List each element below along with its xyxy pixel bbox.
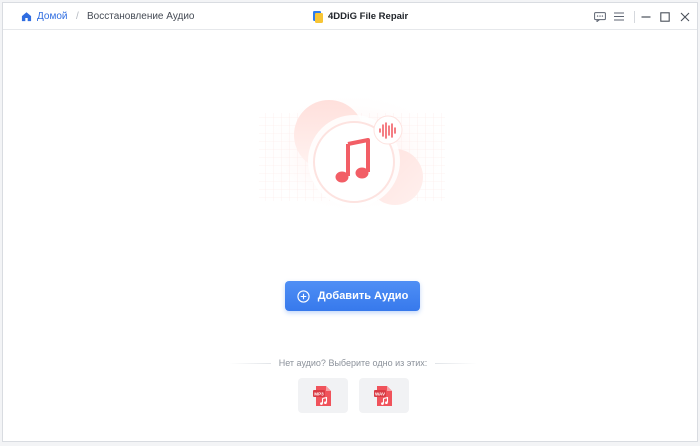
home-icon xyxy=(21,12,32,22)
sample-wav-button[interactable]: WAV xyxy=(359,378,409,413)
maximize-button[interactable] xyxy=(657,3,673,30)
maximize-icon xyxy=(660,11,670,22)
feedback-icon xyxy=(594,11,606,22)
close-button[interactable] xyxy=(677,3,693,30)
add-circle-icon xyxy=(297,289,310,303)
app-window: Домой / Восстановление Аудио 4DDiG File … xyxy=(2,2,698,442)
mp3-file-icon: MP3 xyxy=(313,385,331,406)
wav-label: WAV xyxy=(375,391,386,396)
app-title: 4DDiG File Repair xyxy=(313,3,408,30)
app-logo-icon xyxy=(313,10,323,23)
menu-icon xyxy=(614,12,624,21)
sample-hint: Нет аудио? Выберите одно из этих: xyxy=(229,356,477,370)
audio-hero-illustration xyxy=(255,91,451,215)
minimize-icon xyxy=(641,15,651,18)
sample-mp3-button[interactable]: MP3 xyxy=(298,378,348,413)
feedback-button[interactable] xyxy=(592,3,608,30)
add-audio-button[interactable]: Добавить Аудио xyxy=(285,281,420,311)
menu-button[interactable] xyxy=(611,3,627,30)
breadcrumb-home[interactable]: Домой xyxy=(21,3,67,30)
close-icon xyxy=(680,12,690,21)
title-bar: Домой / Восстановление Аудио 4DDiG File … xyxy=(3,3,697,30)
breadcrumb-current: Восстановление Аудио xyxy=(87,11,195,22)
wav-file-icon: WAV xyxy=(374,385,392,406)
add-audio-label: Добавить Аудио xyxy=(317,290,409,302)
mp3-label: MP3 xyxy=(314,391,324,396)
minimize-button[interactable] xyxy=(638,3,654,30)
app-title-text: 4DDiG File Repair xyxy=(328,11,409,22)
titlebar-divider xyxy=(634,11,635,23)
breadcrumb-separator: / xyxy=(76,11,79,22)
breadcrumb-home-label: Домой xyxy=(37,11,68,22)
hint-divider-right xyxy=(435,363,477,364)
